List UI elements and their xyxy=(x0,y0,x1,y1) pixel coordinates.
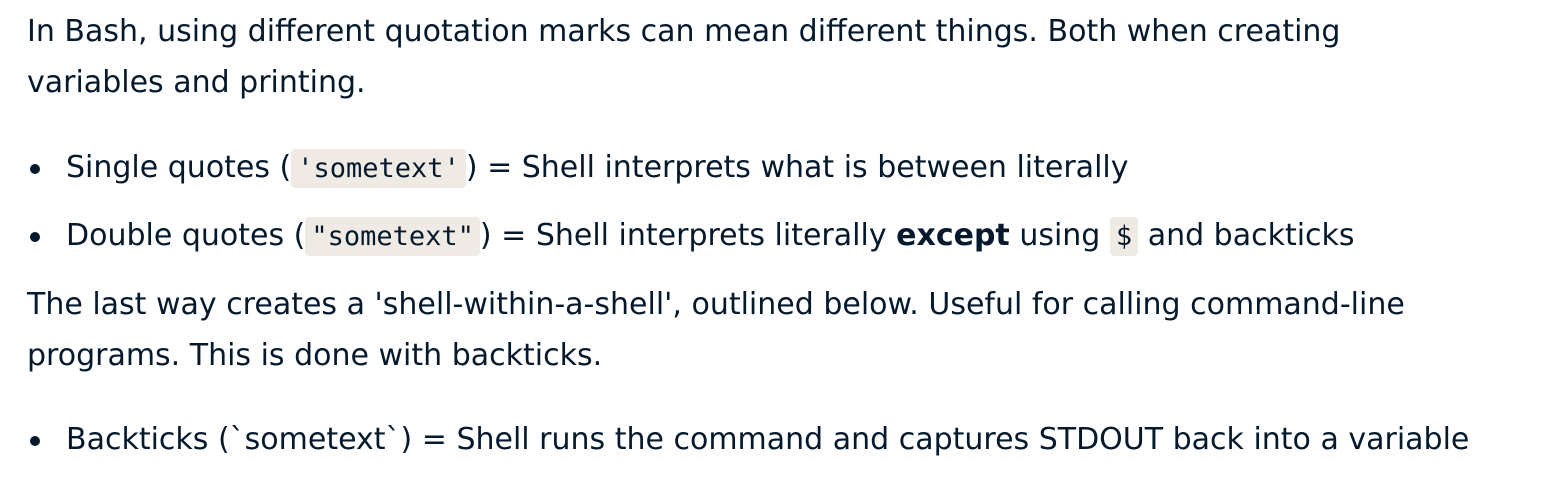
intro-line-1: In Bash, using different quotation marks… xyxy=(27,14,1341,49)
double-quotes-emphasis: except xyxy=(896,218,1010,253)
backticks-list: Backticks (`sometext`) = Shell runs the … xyxy=(27,414,1469,465)
intro-line-2: variables and printing. xyxy=(27,65,366,100)
list-item-double-quotes: Double quotes ("sometext") = Shell inter… xyxy=(27,210,1355,278)
double-quotes-middle-2: using xyxy=(1009,218,1110,253)
backticks-text: Backticks (`sometext`) = Shell runs the … xyxy=(66,422,1470,457)
quote-types-list: Single quotes ('sometext') = Shell inter… xyxy=(27,142,1355,278)
shell-line-2: programs. This is done with backticks. xyxy=(27,338,603,373)
intro-paragraph: In Bash, using different quotation marks… xyxy=(27,6,1340,108)
double-quotes-suffix: and backticks xyxy=(1138,218,1355,253)
double-quotes-prefix: Double quotes ( xyxy=(66,218,306,253)
single-quotes-code: 'sometext' xyxy=(291,149,466,188)
list-item-backticks: Backticks (`sometext`) = Shell runs the … xyxy=(27,414,1469,465)
double-quotes-middle: ) = Shell interprets literally xyxy=(479,218,897,253)
shell-within-shell-paragraph: The last way creates a 'shell-within-a-s… xyxy=(27,279,1405,381)
single-quotes-prefix: Single quotes ( xyxy=(66,150,292,185)
dollar-sign-code: $ xyxy=(1109,217,1139,256)
list-item-single-quotes: Single quotes ('sometext') = Shell inter… xyxy=(27,142,1355,210)
single-quotes-suffix: ) = Shell interprets what is between lit… xyxy=(465,150,1129,185)
content-page: In Bash, using different quotation marks… xyxy=(0,0,1567,492)
shell-line-1: The last way creates a 'shell-within-a-s… xyxy=(27,287,1405,322)
double-quotes-code: "sometext" xyxy=(305,217,480,256)
